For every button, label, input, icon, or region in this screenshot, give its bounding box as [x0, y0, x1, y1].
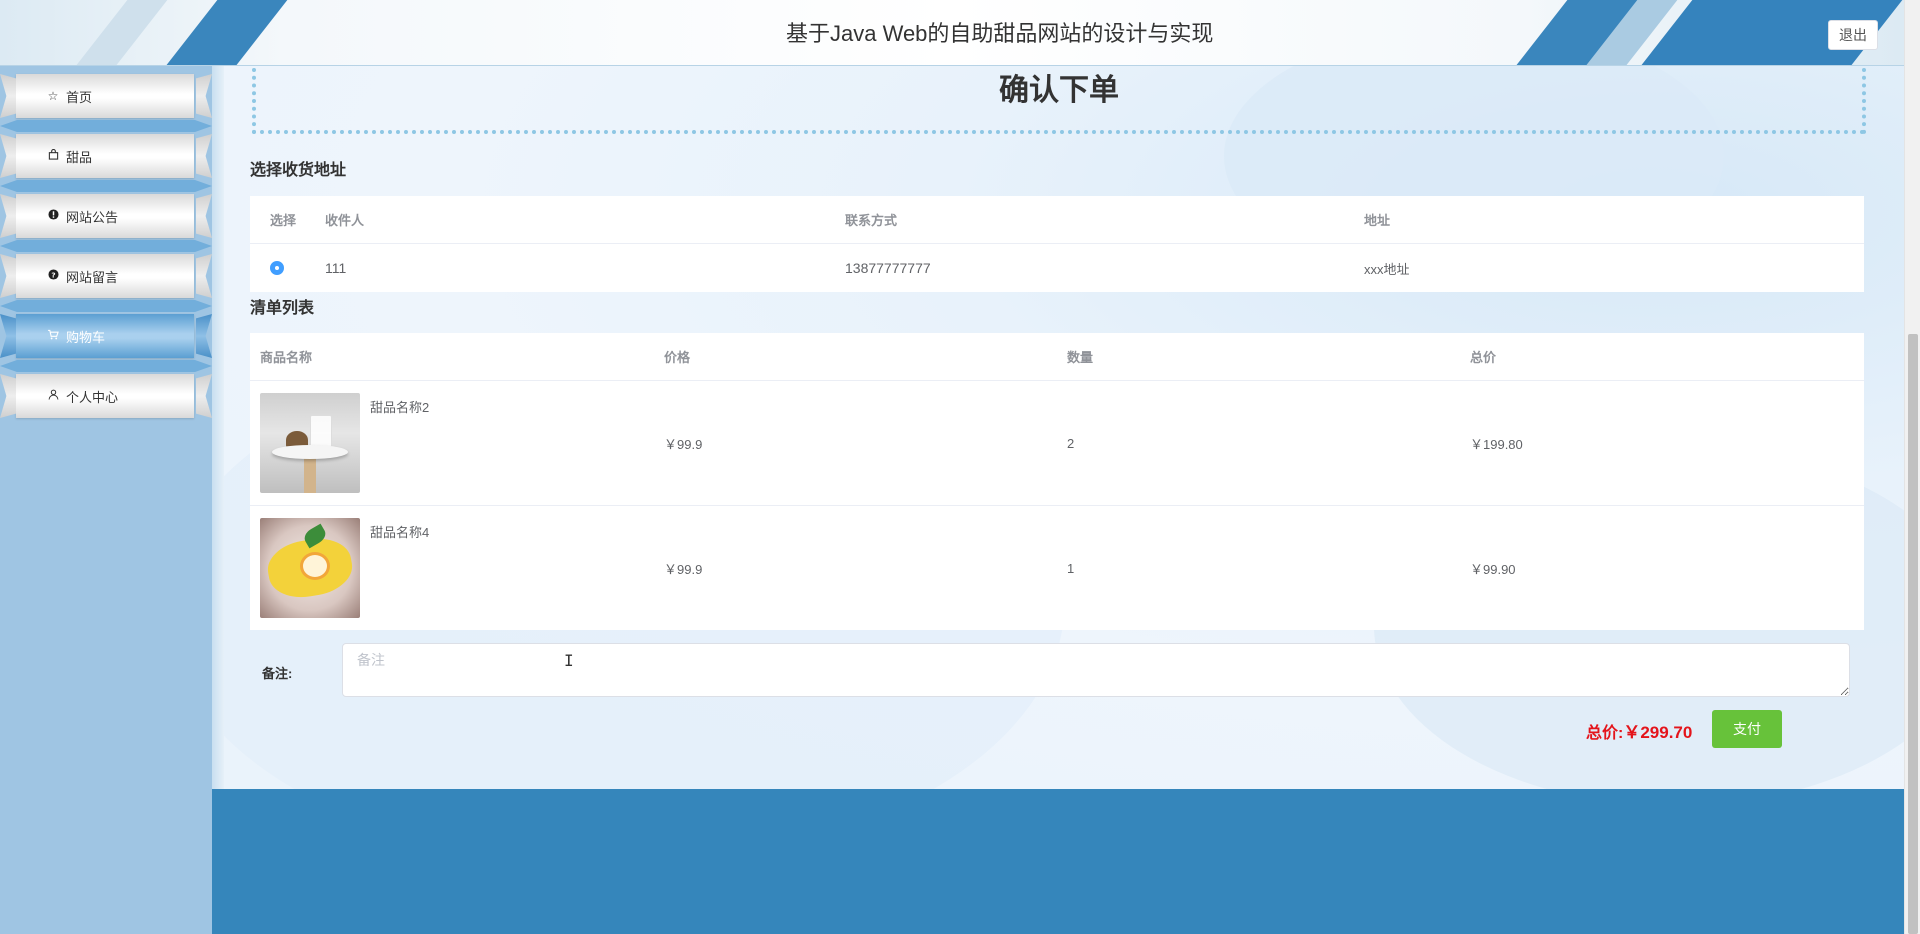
question-icon: ? [46, 269, 60, 283]
alert-icon [46, 209, 60, 223]
page-title: 确认下单 [999, 74, 1119, 107]
product-image[interactable] [260, 393, 360, 493]
address-table: 选择 收件人 联系方式 地址 111 13877777777 xxx地址 [250, 196, 1864, 292]
sidebar-item-messages[interactable]: ? 网站留言 [0, 246, 212, 306]
price-cell: ￥99.9 [664, 436, 703, 452]
product-image[interactable] [260, 518, 360, 618]
sidebar-item-profile[interactable]: 个人中心 [0, 366, 212, 426]
order-table-header: 商品名称 价格 数量 总价 [250, 333, 1864, 381]
logout-button[interactable]: 退出 [1828, 20, 1878, 50]
product-cell: 甜品名称2 [260, 381, 429, 505]
column-header-recipient: 收件人 [325, 213, 365, 228]
column-header-name: 商品名称 [260, 350, 313, 365]
sidebar-item-label: 个人中心 [66, 389, 119, 405]
header: 基于Java Web的自助甜品网站的设计与实现 退出 [0, 0, 1904, 66]
address-table-header: 选择 收件人 联系方式 地址 [250, 196, 1864, 244]
order-table: 商品名称 价格 数量 总价 甜品名称2 ￥99.9 2 ￥199.80 甜品名称… [250, 333, 1864, 630]
bag-icon [46, 148, 60, 163]
sidebar-tab[interactable]: 网站公告 [16, 194, 194, 238]
address-radio-cell [270, 244, 284, 292]
sidebar-item-label: 购物车 [66, 329, 106, 345]
total-cell: ￥99.90 [1470, 561, 1516, 577]
sidebar-tab[interactable]: 购物车 [16, 314, 194, 358]
table-row: 甜品名称4 ￥99.9 1 ￥99.90 [250, 506, 1864, 630]
column-header-price: 价格 [664, 350, 691, 365]
column-header-contact: 联系方式 [845, 213, 898, 228]
address-section-label: 选择收货地址 [250, 162, 347, 179]
quantity-cell: 2 [1067, 435, 1075, 451]
sidebar-item-desserts[interactable]: 甜品 [0, 126, 212, 186]
user-icon [46, 389, 60, 403]
sidebar: ☆ 首页 甜品 网站公告 ? 网站留言 购物车 个人中心 [0, 66, 212, 934]
total-cell: ￥199.80 [1470, 436, 1523, 452]
column-header-select: 选择 [270, 213, 297, 228]
sidebar-item-label: 首页 [66, 89, 93, 105]
sidebar-item-announcements[interactable]: 网站公告 [0, 186, 212, 246]
column-header-address: 地址 [1364, 213, 1391, 228]
scrollbar-thumb[interactable] [1908, 334, 1918, 934]
product-cell: 甜品名称4 [260, 506, 429, 630]
pay-button[interactable]: 支付 [1712, 710, 1782, 748]
sidebar-tab[interactable]: ? 网站留言 [16, 254, 194, 298]
address-radio[interactable] [270, 261, 284, 275]
order-total: 总价:￥299.70 [1586, 718, 1692, 743]
order-total-amount: ￥299.70 [1623, 723, 1693, 742]
order-section-label: 清单列表 [250, 300, 315, 317]
sidebar-tab[interactable]: ☆ 首页 [16, 74, 194, 118]
sidebar-item-home[interactable]: ☆ 首页 [0, 66, 212, 126]
page-title-box: 确认下单 [252, 68, 1866, 134]
contact-cell: 13877777777 [845, 260, 931, 276]
product-name: 甜品名称2 [370, 400, 430, 415]
svg-text:?: ? [51, 270, 55, 279]
sidebar-item-cart[interactable]: 购物车 [0, 306, 212, 366]
remark-label: 备注: [262, 666, 293, 681]
sidebar-item-label: 网站留言 [66, 269, 119, 285]
column-header-quantity: 数量 [1067, 350, 1094, 365]
star-icon: ☆ [47, 89, 59, 103]
sidebar-item-label: 甜品 [66, 149, 93, 165]
sidebar-tab[interactable]: 甜品 [16, 134, 194, 178]
cart-icon [46, 329, 60, 343]
order-total-label: 总价: [1586, 725, 1624, 742]
site-title-wrapper: 基于Java Web的自助甜品网站的设计与实现 [0, 0, 1904, 65]
sidebar-tab[interactable]: 个人中心 [16, 374, 194, 418]
address-cell: xxx地址 [1364, 261, 1410, 277]
quantity-cell: 1 [1067, 560, 1075, 576]
table-row: 甜品名称2 ￥99.9 2 ￥199.80 [250, 381, 1864, 506]
column-header-total: 总价 [1470, 350, 1497, 365]
sidebar-item-label: 网站公告 [66, 209, 119, 225]
footer-band [212, 789, 1904, 934]
site-title: 基于Java Web的自助甜品网站的设计与实现 [786, 21, 1214, 46]
main-content: 确认下单 选择收货地址 选择 收件人 联系方式 地址 111 138777777… [224, 66, 1904, 789]
page-scrollbar[interactable] [1904, 0, 1920, 934]
product-name: 甜品名称4 [370, 525, 430, 540]
table-row[interactable]: 111 13877777777 xxx地址 [250, 244, 1864, 292]
price-cell: ￥99.9 [664, 561, 703, 577]
recipient-cell: 111 [325, 260, 347, 276]
text-cursor-icon: I [564, 651, 574, 670]
